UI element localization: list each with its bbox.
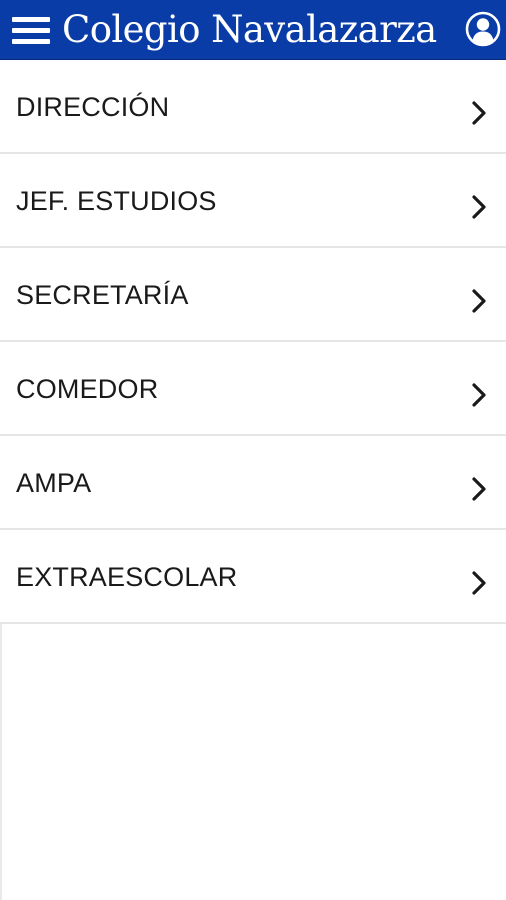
menu-item-extraescolar[interactable]: EXTRAESCOLAR	[0, 530, 506, 624]
section-menu-list: DIRECCIÓN JEF. ESTUDIOS SECRETARÍA COMED…	[0, 60, 506, 624]
app-bar: Colegio Navalazarza	[0, 0, 506, 60]
app-title: Colegio Navalazarza	[62, 8, 437, 51]
menu-item-label: SECRETARÍA	[16, 280, 189, 310]
chevron-right-icon	[470, 194, 488, 220]
menu-item-ampa[interactable]: AMPA	[0, 436, 506, 530]
menu-item-secretaria[interactable]: SECRETARÍA	[0, 248, 506, 342]
chevron-right-icon	[470, 100, 488, 126]
menu-item-label: AMPA	[16, 468, 92, 498]
chevron-right-icon	[470, 570, 488, 596]
chevron-right-icon	[470, 476, 488, 502]
menu-item-direccion[interactable]: DIRECCIÓN	[0, 60, 506, 154]
user-circle-icon[interactable]	[465, 11, 501, 47]
hamburger-menu-icon[interactable]	[10, 14, 52, 46]
chevron-right-icon	[470, 288, 488, 314]
menu-item-label: DIRECCIÓN	[16, 92, 170, 122]
menu-bar-line	[12, 39, 50, 44]
menu-bar-line	[12, 28, 50, 33]
chevron-right-icon	[470, 382, 488, 408]
menu-bar-line	[12, 17, 50, 22]
menu-item-label: COMEDOR	[16, 374, 159, 404]
menu-item-label: JEF. ESTUDIOS	[16, 186, 217, 216]
menu-item-label: EXTRAESCOLAR	[16, 562, 238, 592]
menu-item-jef-estudios[interactable]: JEF. ESTUDIOS	[0, 154, 506, 248]
menu-item-comedor[interactable]: COMEDOR	[0, 342, 506, 436]
